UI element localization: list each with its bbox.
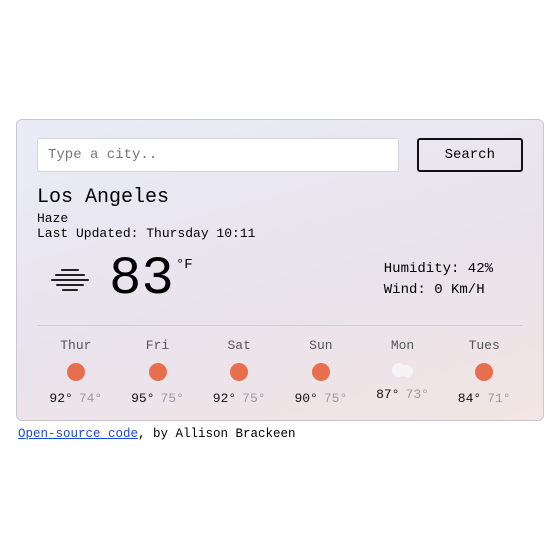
- forecast-day: Fri 95° 75°: [119, 338, 197, 406]
- haze-icon: [47, 267, 93, 293]
- sun-icon: [312, 363, 330, 381]
- divider: [37, 325, 523, 326]
- forecast-hi: 92°: [213, 391, 236, 406]
- forecast-row: Thur 92° 74° Fri 95° 75° Sat 92° 75° Sun 90° 75° Mon…: [37, 338, 523, 406]
- forecast-temps: 90° 75°: [294, 391, 347, 406]
- forecast-lo: 71°: [487, 391, 510, 406]
- forecast-temps: 87° 73°: [376, 387, 429, 402]
- forecast-day: Mon 87° 73°: [364, 338, 442, 406]
- forecast-day-label: Mon: [391, 338, 414, 353]
- sun-icon: [475, 363, 493, 381]
- forecast-lo: 75°: [161, 391, 184, 406]
- current-row: 83 °F Humidity: 42% Wind: 0 Km/H: [37, 253, 523, 307]
- forecast-day-label: Tues: [469, 338, 500, 353]
- forecast-day-label: Thur: [60, 338, 91, 353]
- forecast-day-label: Fri: [146, 338, 169, 353]
- forecast-day: Thur 92° 74°: [37, 338, 115, 406]
- temp-value: 83: [109, 253, 174, 307]
- humidity-text: Humidity: 42%: [384, 259, 493, 280]
- forecast-temps: 95° 75°: [131, 391, 184, 406]
- forecast-hi: 84°: [458, 391, 481, 406]
- open-source-link[interactable]: Open-source code: [18, 427, 138, 441]
- sun-icon: [230, 363, 248, 381]
- forecast-lo: 74°: [79, 391, 102, 406]
- forecast-hi: 95°: [131, 391, 154, 406]
- forecast-day: Sun 90° 75°: [282, 338, 360, 406]
- forecast-day: Sat 92° 75°: [200, 338, 278, 406]
- search-row: Search: [37, 138, 523, 172]
- forecast-temps: 92° 75°: [213, 391, 266, 406]
- temp-unit: °F: [176, 257, 193, 273]
- forecast-lo: 73°: [406, 387, 429, 402]
- city-name: Los Angeles: [37, 186, 523, 209]
- forecast-day-label: Sat: [227, 338, 250, 353]
- sun-icon: [149, 363, 167, 381]
- cloud-icon: [392, 363, 414, 377]
- forecast-temps: 84° 71°: [458, 391, 511, 406]
- temperature: 83 °F: [109, 253, 193, 307]
- forecast-day-label: Sun: [309, 338, 332, 353]
- condition-text: Haze: [37, 211, 523, 226]
- forecast-hi: 87°: [376, 387, 399, 402]
- current-meta: Humidity: 42% Wind: 0 Km/H: [384, 259, 523, 301]
- forecast-hi: 90°: [294, 391, 317, 406]
- footer-rest: , by Allison Brackeen: [138, 427, 296, 441]
- weather-card: Search Los Angeles Haze Last Updated: Th…: [16, 119, 544, 421]
- search-button[interactable]: Search: [417, 138, 523, 172]
- sun-icon: [67, 363, 85, 381]
- forecast-temps: 92° 74°: [49, 391, 102, 406]
- last-updated: Last Updated: Thursday 10:11: [37, 226, 523, 241]
- footer: Open-source code, by Allison Brackeen: [16, 427, 544, 441]
- search-input[interactable]: [37, 138, 399, 172]
- forecast-lo: 75°: [242, 391, 265, 406]
- wind-text: Wind: 0 Km/H: [384, 280, 493, 301]
- forecast-hi: 92°: [49, 391, 72, 406]
- forecast-lo: 75°: [324, 391, 347, 406]
- forecast-day: Tues 84° 71°: [445, 338, 523, 406]
